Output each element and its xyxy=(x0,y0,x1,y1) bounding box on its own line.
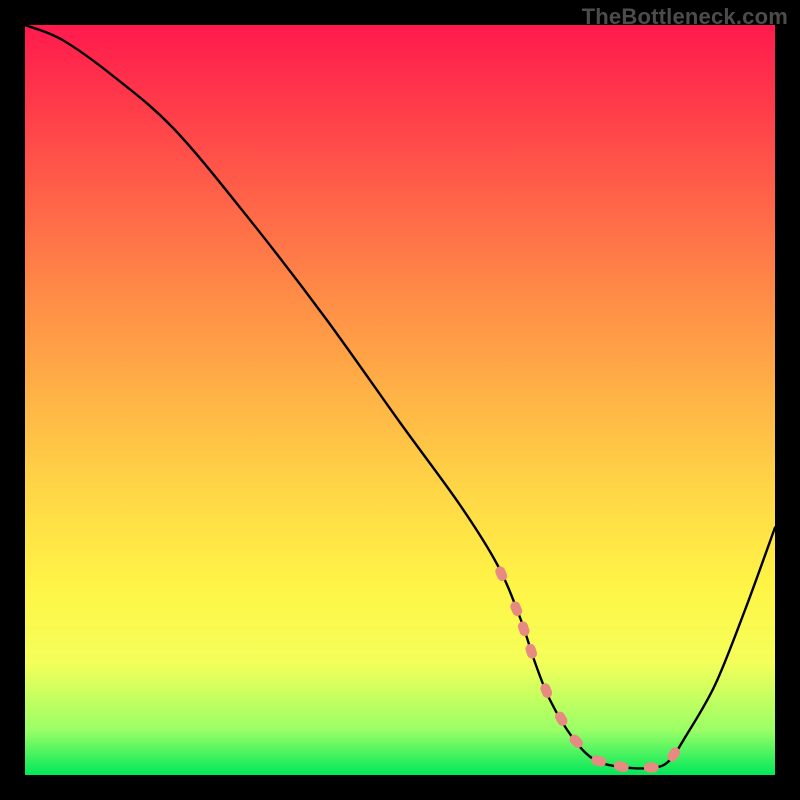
chart-plot-area xyxy=(25,25,775,775)
watermark-text: TheBottleneck.com xyxy=(582,4,788,30)
chart-frame: TheBottleneck.com xyxy=(0,0,800,800)
